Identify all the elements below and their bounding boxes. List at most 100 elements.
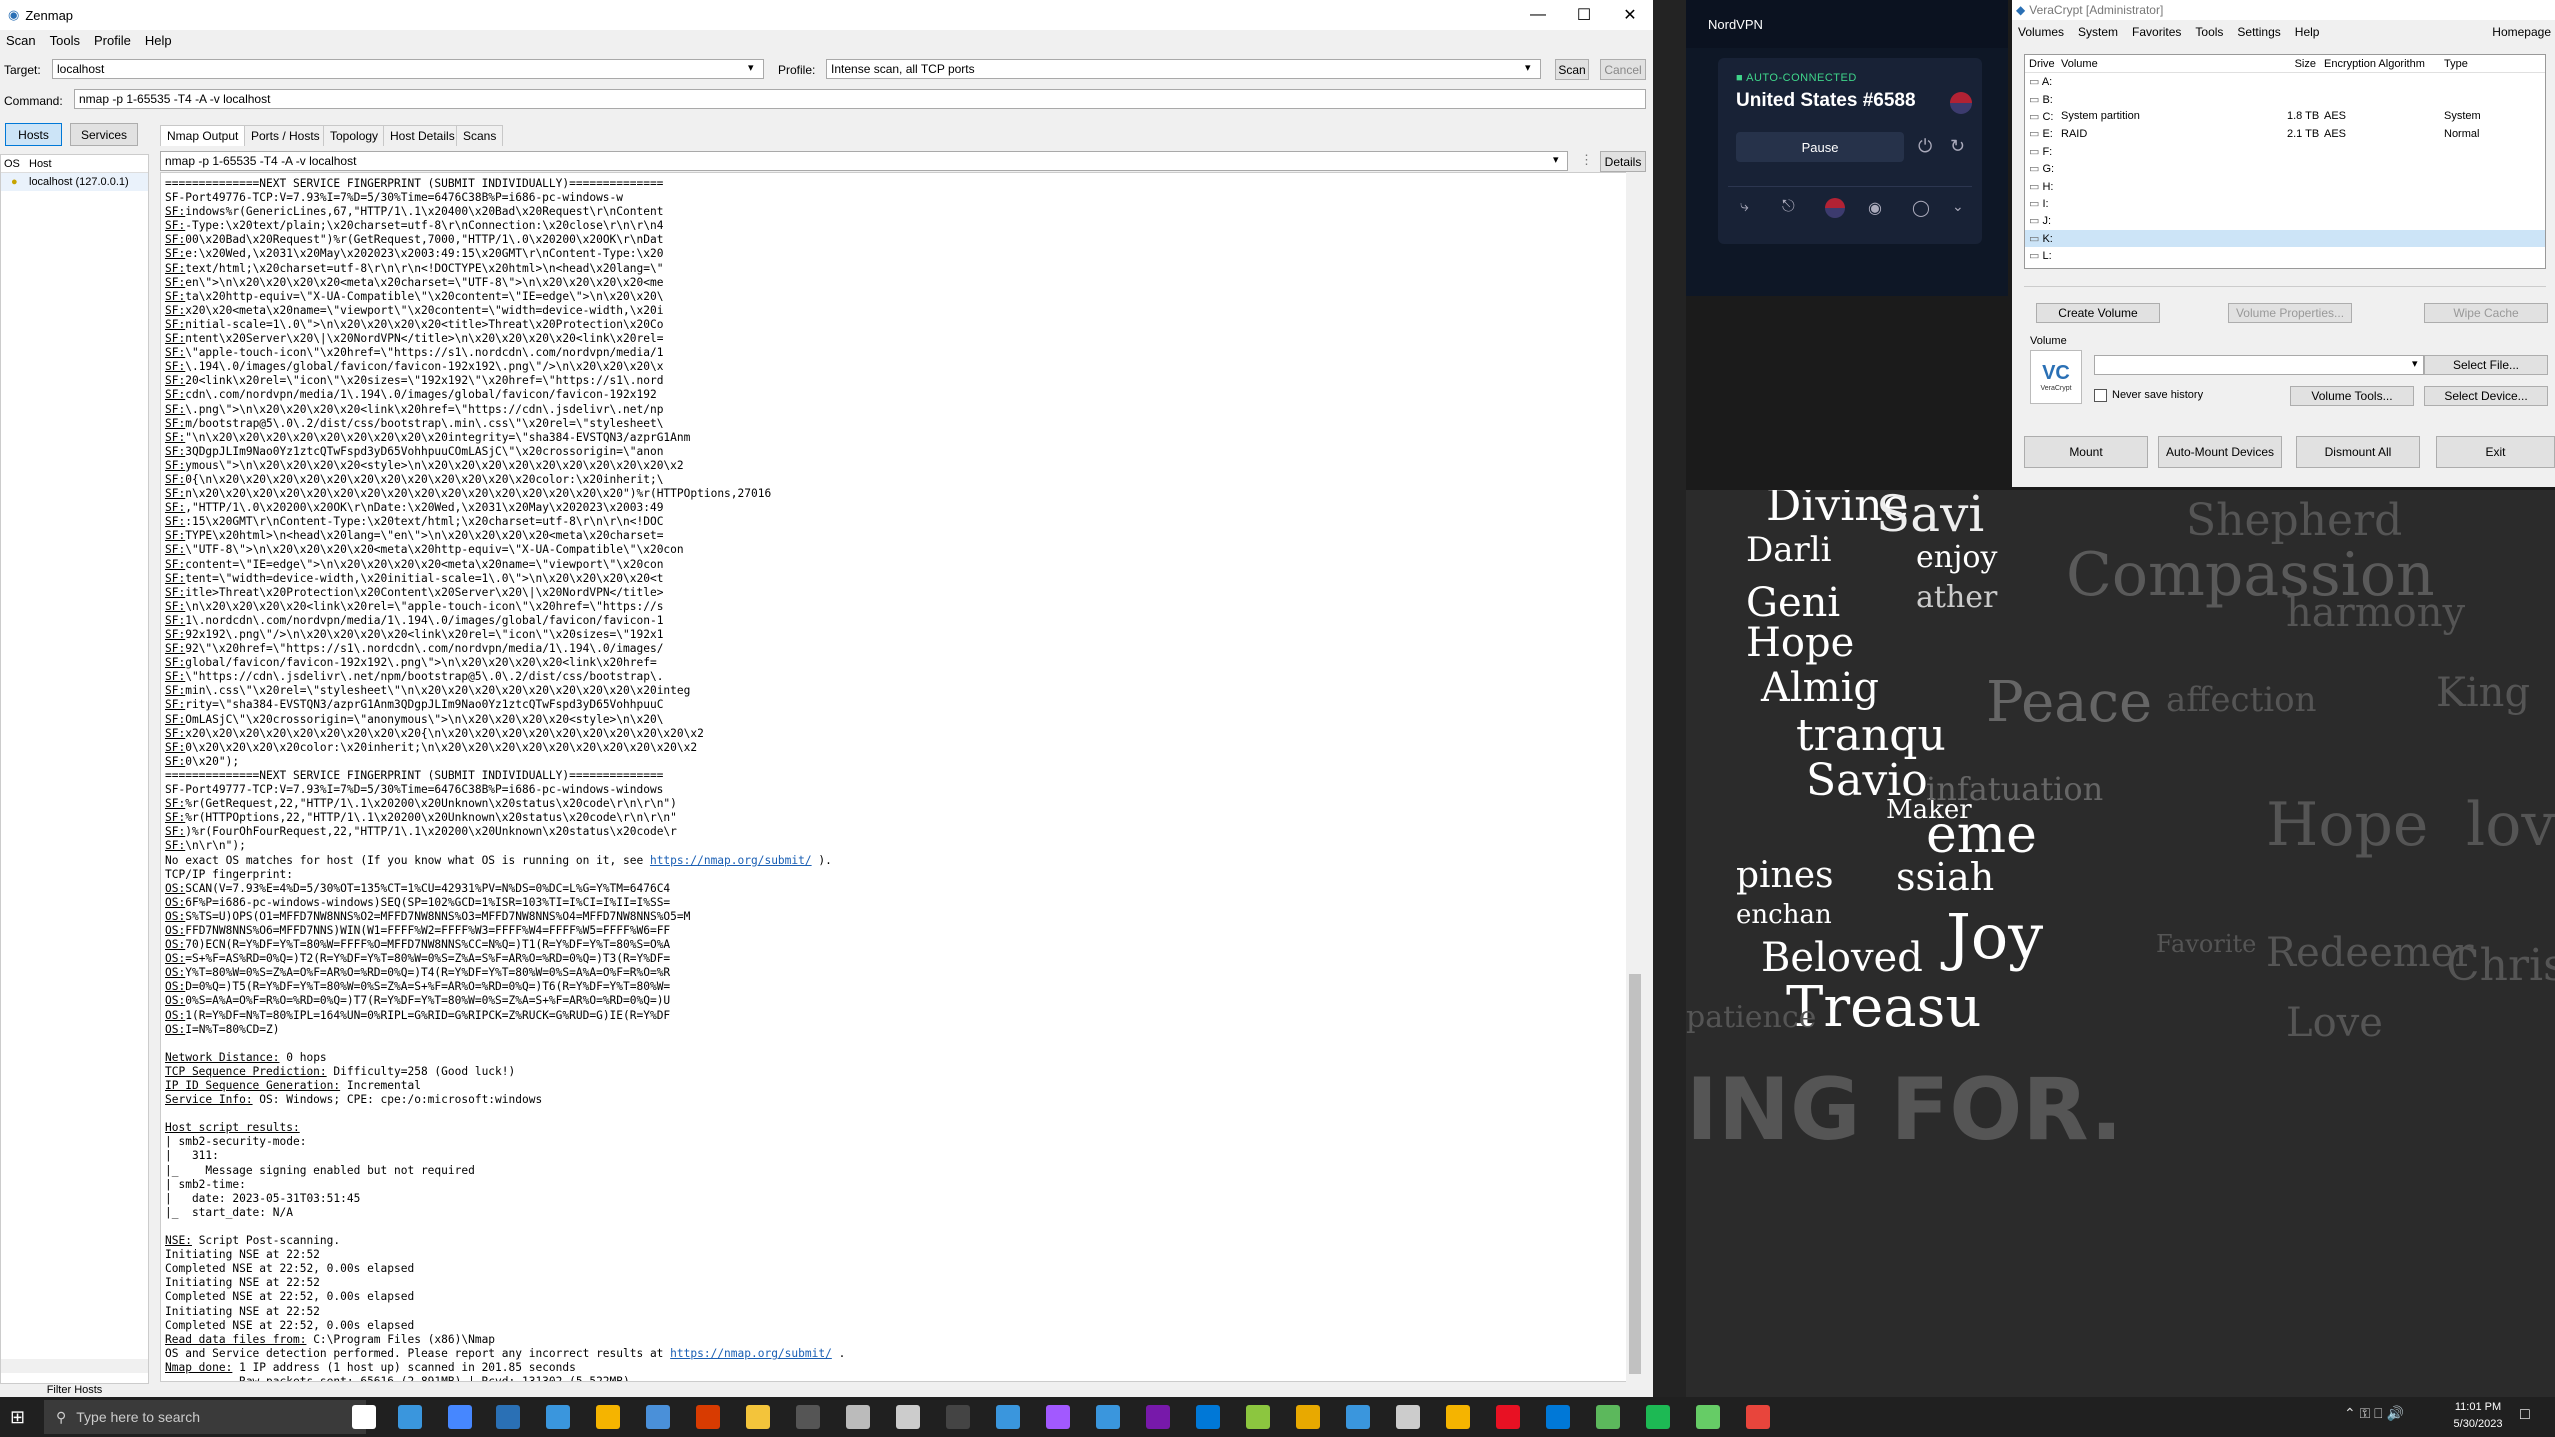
shield-icon[interactable]: ◉ [1868,198,1882,218]
create-volume-button[interactable]: Create Volume [2036,303,2160,323]
host-column-header[interactable]: Host [29,158,52,170]
settings-icon[interactable] [846,1405,870,1429]
tab-host-details[interactable]: Host Details [383,125,462,146]
onenote-icon[interactable] [1146,1405,1170,1429]
app-icon[interactable] [546,1405,570,1429]
drive-row[interactable]: ▭ H: [2025,177,2545,194]
tab-scans[interactable]: Scans [456,125,504,146]
nmap-submit-link[interactable]: https://nmap.org/submit/ [670,1347,832,1360]
drive-row[interactable]: ▭ L: [2025,247,2545,264]
clock[interactable]: 11:01 PM 5/30/2023 [2438,1399,2518,1433]
edge-icon[interactable] [398,1405,422,1429]
drive-row[interactable]: ▭ C: System partition 1.8 TB AES System [2025,108,2545,125]
chevron-down-icon[interactable]: ⌄ [1952,198,1964,215]
app-icon[interactable] [1446,1405,1470,1429]
output-scrollbar[interactable] [1626,172,1644,1382]
host-row[interactable]: ● localhost (127.0.0.1) [1,173,148,191]
app-icon[interactable] [596,1405,620,1429]
zenmap-icon[interactable] [496,1405,520,1429]
details-button[interactable]: Details [1600,151,1646,172]
app-icon[interactable] [1246,1405,1270,1429]
drive-row[interactable]: ▭ I: [2025,195,2545,212]
nmap-output-text[interactable]: ==============NEXT SERVICE FINGERPRINT (… [160,172,1630,1382]
col-volume[interactable]: Volume [2061,58,2287,70]
chrome-icon[interactable] [1296,1405,1320,1429]
homepage-link[interactable]: Homepage [2492,25,2551,39]
task-view-icon[interactable] [352,1405,376,1429]
services-toggle-button[interactable]: Services [70,123,138,146]
power-icon[interactable]: ⏻ [1918,136,1932,157]
hosts-toggle-button[interactable]: Hosts [5,123,62,146]
incognito-icon[interactable]: ◯ [1912,198,1930,218]
tab-ports-hosts[interactable]: Ports / Hosts [244,125,327,146]
app-icon[interactable] [1396,1405,1420,1429]
terminal-icon[interactable] [646,1405,670,1429]
chrome-icon[interactable] [1746,1405,1770,1429]
menu-help[interactable]: Help [145,33,172,48]
chevron-down-icon[interactable]: ▾ [748,61,754,74]
menu-volumes[interactable]: Volumes [2018,25,2064,39]
drive-row[interactable]: ▭ A: [2025,73,2545,90]
menu-profile[interactable]: Profile [94,33,131,48]
menu-favorites[interactable]: Favorites [2132,25,2181,39]
col-encryption[interactable]: Encryption Algorithm [2320,58,2444,70]
maximize-button[interactable]: ☐ [1561,0,1607,30]
app-icon[interactable] [996,1405,1020,1429]
exit-button[interactable]: Exit [2436,436,2555,468]
auto-mount-devices-button[interactable]: Auto-Mount Devices [2158,436,2282,468]
select-file-button[interactable]: Select File... [2424,355,2548,375]
command-input[interactable]: nmap -p 1-65535 -T4 -A -v localhost [74,89,1646,109]
scan-button[interactable]: Scan [1555,59,1589,80]
host-list-scrollbar[interactable] [1,1359,148,1373]
app-icon[interactable] [1346,1405,1370,1429]
tray-icons[interactable]: ⌃ ⚿ ⎕ 🔊 [2344,1405,2404,1422]
drive-row[interactable]: ▭ E: RAID 2.1 TB AES Normal [2025,125,2545,142]
zenmap-titlebar[interactable]: ◉ Zenmap [0,0,1653,30]
store-icon[interactable] [1096,1405,1120,1429]
volume-path-input[interactable] [2094,355,2424,375]
windows-start-icon[interactable]: ⊞ [10,1407,25,1428]
never-save-history-checkbox[interactable] [2094,389,2107,402]
col-drive[interactable]: Drive [2025,58,2061,70]
spotify-icon[interactable] [1646,1405,1670,1429]
taskbar-search-box[interactable]: ⚲ Type here to search [44,1400,366,1434]
drive-row[interactable]: ▭ K: [2025,229,2545,247]
menu-settings[interactable]: Settings [2237,25,2280,39]
menu-tools[interactable]: Tools [2195,25,2223,39]
app-icon[interactable] [696,1405,720,1429]
menu-scan[interactable]: Scan [6,33,36,48]
nordvpn-icon[interactable] [448,1405,472,1429]
vscode-icon[interactable] [1196,1405,1220,1429]
drive-row[interactable]: ▭ G: [2025,160,2545,177]
select-device-button[interactable]: Select Device... [2424,386,2548,406]
os-column-header[interactable]: OS [1,158,29,170]
notepad-icon[interactable] [896,1405,920,1429]
threat-protection-icon[interactable]: ⤷ [1740,198,1749,216]
refresh-icon[interactable]: ↻ [1950,136,1965,157]
profile-select[interactable]: Intense scan, all TCP ports [826,59,1541,79]
chevron-down-icon[interactable]: ▾ [1525,61,1531,74]
volume-properties-button[interactable]: Volume Properties... [2228,303,2352,323]
cancel-button[interactable]: Cancel [1600,59,1646,80]
chevron-down-icon[interactable]: ▾ [2412,357,2418,370]
menu-tools[interactable]: Tools [50,33,80,48]
app-icon[interactable] [1046,1405,1070,1429]
drag-handle-icon[interactable]: ⋮ [1580,152,1593,168]
col-size[interactable]: Size [2287,58,2320,70]
minimize-button[interactable]: — [1515,0,1561,30]
drive-row[interactable]: ▭ J: [2025,212,2545,229]
app-icon[interactable] [946,1405,970,1429]
volume-tools-button[interactable]: Volume Tools... [2290,386,2414,406]
filter-hosts-button[interactable]: Filter Hosts [0,1384,149,1397]
nmap-submit-link[interactable]: https://nmap.org/submit/ [650,854,812,867]
app-icon[interactable] [1596,1405,1620,1429]
pause-button[interactable]: Pause [1736,132,1904,162]
dismount-all-button[interactable]: Dismount All [2296,436,2420,468]
tab-nmap-output[interactable]: Nmap Output [160,125,246,146]
chevron-down-icon[interactable]: ▾ [1553,153,1559,166]
tab-topology[interactable]: Topology [323,125,386,146]
meshnet-icon[interactable]: ⎋ [1782,198,1795,216]
target-input[interactable]: localhost [52,59,764,79]
file-explorer-icon[interactable] [746,1405,770,1429]
app-icon[interactable] [1496,1405,1520,1429]
